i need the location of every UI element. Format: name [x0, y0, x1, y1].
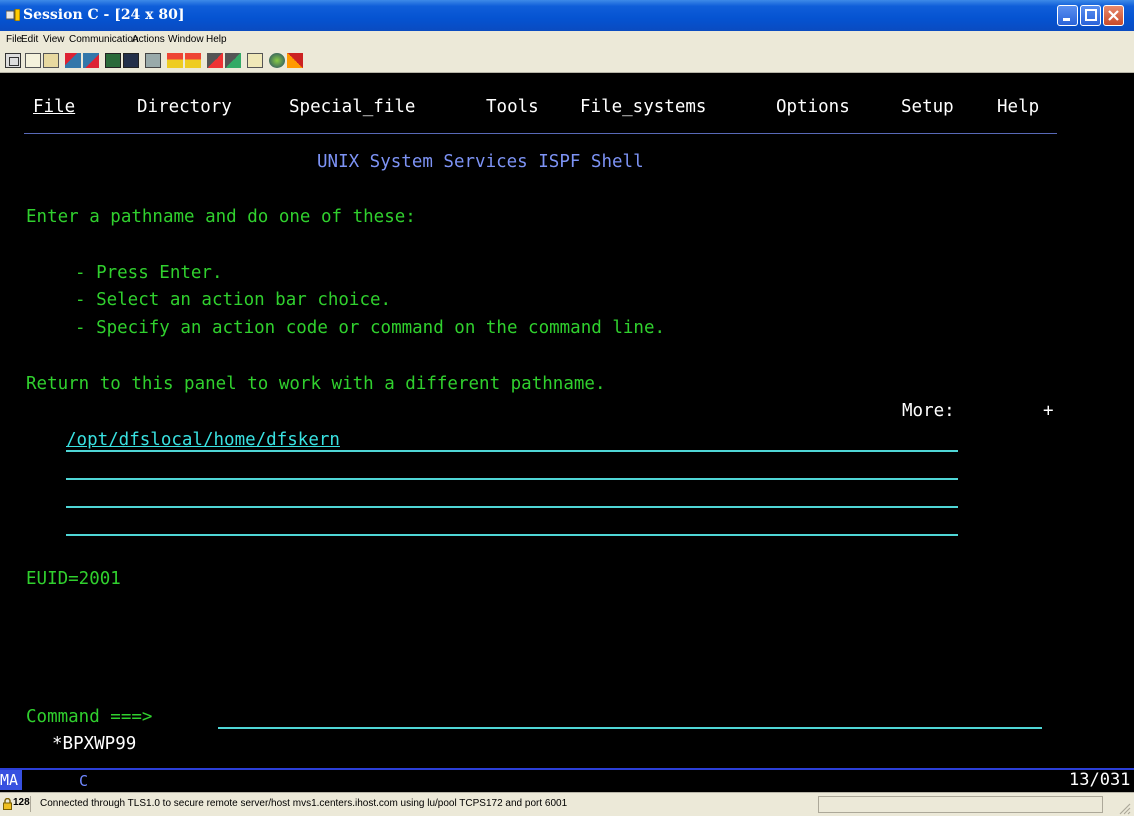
oia-indicator: MA [0, 770, 22, 790]
euid-text: EUID=2001 [26, 569, 121, 589]
action-bar-options[interactable]: Options [776, 97, 850, 117]
keypad-icon[interactable] [123, 53, 139, 68]
close-icon [1108, 10, 1119, 21]
command-underline [218, 727, 1042, 729]
print-screen-icon[interactable] [5, 53, 21, 68]
receive-file-icon[interactable] [83, 53, 99, 68]
action-bar-file-systems[interactable]: File_systems [580, 97, 706, 117]
close-button[interactable] [1103, 5, 1124, 26]
pathname-underline-1 [66, 450, 958, 452]
resize-grip-icon[interactable] [1117, 801, 1131, 815]
display-icon[interactable] [105, 53, 121, 68]
transfer-list-icon[interactable] [225, 53, 241, 68]
menu-actions[interactable]: Actions [132, 34, 165, 45]
title-bar[interactable]: Session C - [24 x 80] [0, 0, 1134, 31]
pathname-field-2[interactable] [66, 478, 958, 480]
clipboard-icon[interactable] [247, 53, 263, 68]
pathname-field-4[interactable] [66, 534, 958, 536]
connect-icon[interactable] [269, 53, 285, 68]
play-macro-icon[interactable] [185, 53, 201, 68]
status-bar: 128 Connected through TLS1.0 to secure r… [0, 792, 1134, 816]
copy-icon[interactable] [25, 53, 41, 68]
more-label: More: [902, 401, 955, 421]
paste-icon[interactable] [43, 53, 59, 68]
menu-help[interactable]: Help [206, 34, 227, 45]
toolbar [0, 49, 1134, 73]
option-action-bar: - Select an action bar choice. [75, 290, 392, 310]
pathname-value: /opt/dfslocal/home/dfskern [66, 430, 340, 450]
oia-mode: C [79, 772, 89, 790]
operator-info-area: MA C 13/031 [0, 768, 1134, 792]
more-indicator: + [1043, 401, 1054, 421]
menu-file[interactable]: File [6, 34, 22, 45]
action-bar-separator [24, 133, 1057, 134]
transfer-icon[interactable] [207, 53, 223, 68]
action-bar-file[interactable]: File [33, 97, 75, 117]
action-bar-tools[interactable]: Tools [486, 97, 539, 117]
minimize-icon [1063, 18, 1070, 21]
status-panel [818, 796, 1103, 813]
menu-window[interactable]: Window [168, 34, 204, 45]
option-press-enter: - Press Enter. [75, 263, 223, 283]
menu-bar: File Edit View Communication Actions Win… [0, 31, 1134, 49]
encryption-strength: 128 [13, 797, 30, 808]
lock-icon [3, 798, 12, 810]
cursor-position: 13/031 [1069, 770, 1131, 790]
session-icon [6, 9, 20, 21]
menu-communication[interactable]: Communication [69, 34, 138, 45]
panel-title: UNIX System Services ISPF Shell [317, 152, 644, 172]
maximize-button[interactable] [1080, 5, 1101, 26]
instructions-text: Enter a pathname and do one of these: [26, 207, 416, 227]
terminal-screen[interactable]: File Directory Special_file Tools File_s… [0, 73, 1134, 769]
connection-status: Connected through TLS1.0 to secure remot… [40, 798, 568, 809]
pathname-field-3[interactable] [66, 506, 958, 508]
command-label: Command ===> [26, 707, 153, 727]
help-icon[interactable] [287, 53, 303, 68]
record-macro-icon[interactable] [167, 53, 183, 68]
action-bar-special-file[interactable]: Special_file [289, 97, 415, 117]
send-file-icon[interactable] [65, 53, 81, 68]
window-title: Session C - [24 x 80] [23, 7, 185, 23]
macro-icon[interactable] [145, 53, 161, 68]
return-text: Return to this panel to work with a diff… [26, 374, 606, 394]
option-action-code: - Specify an action code or command on t… [75, 318, 666, 338]
maximize-icon [1085, 9, 1097, 21]
menu-view[interactable]: View [43, 34, 65, 45]
action-bar-directory[interactable]: Directory [137, 97, 232, 117]
action-bar-help[interactable]: Help [997, 97, 1039, 117]
menu-edit[interactable]: Edit [21, 34, 38, 45]
action-bar-setup[interactable]: Setup [901, 97, 954, 117]
minimize-button[interactable] [1057, 5, 1078, 26]
panel-id: *BPXWP99 [52, 734, 137, 754]
